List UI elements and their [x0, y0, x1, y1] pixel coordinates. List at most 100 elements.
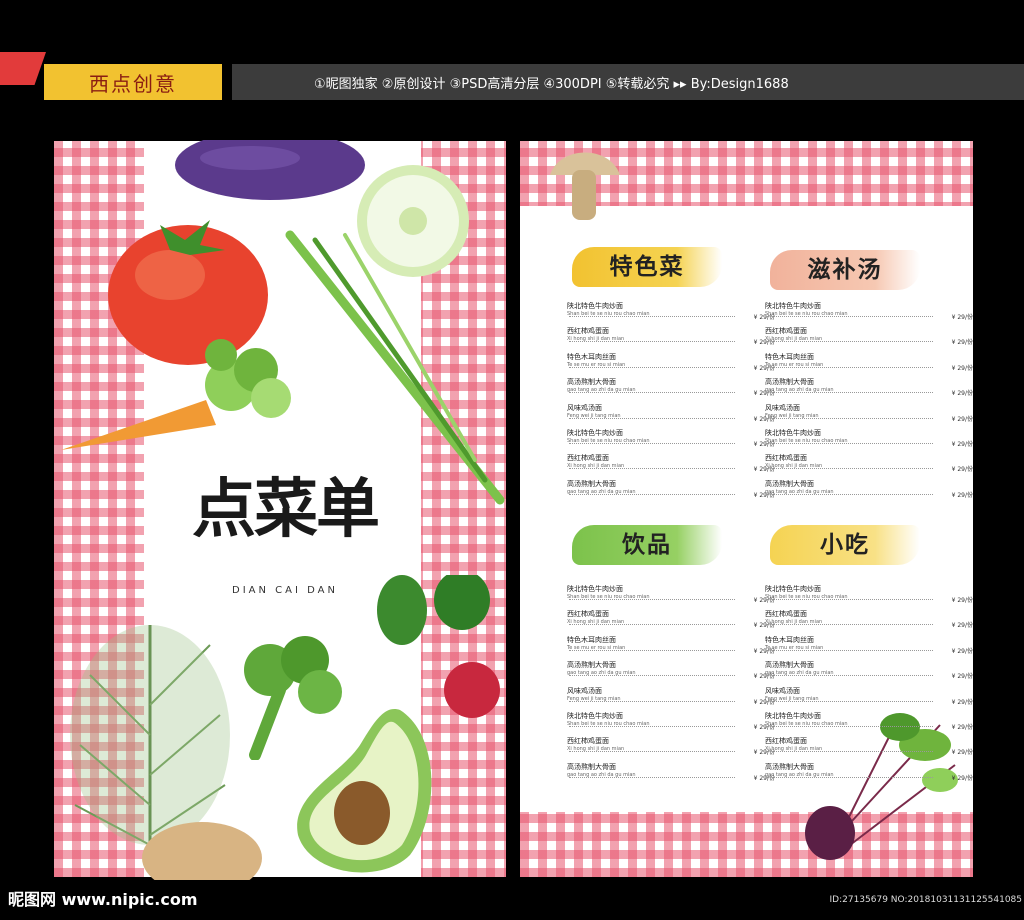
menu-item: 高汤熬制大骨面 gao tang ao zhi da gu mian ¥ 29/份 [567, 378, 775, 403]
menu-item: 陕北特色牛肉炒面 Shan bei te se niu rou chao mian… [567, 302, 775, 327]
menu-item-price: ¥ 29/份 [951, 440, 973, 448]
menu-list-specialty: 陕北特色牛肉炒面 Shan bei te se niu rou chao mian… [567, 302, 775, 505]
menu-item: 西红柿鸡蛋面 Xi hong shi ji dan mian ¥ 29/份 [765, 610, 973, 635]
menu-item-leader [767, 776, 933, 778]
menu-item-price: ¥ 29/份 [951, 774, 973, 782]
menu-item-leader [569, 751, 735, 753]
menu-item-leader [569, 725, 735, 727]
menu-item-price: ¥ 29/份 [951, 364, 973, 372]
section-heading-snacks: 小吃 [770, 525, 920, 565]
menu-item-price: ¥ 29/份 [951, 723, 973, 731]
header-info-text: ①昵图独家 ②原创设计 ③PSD高清分层 ④300DPI ⑤转载必究 ▸▸ By… [314, 76, 789, 92]
menu-item-name: 风味鸡汤面 [765, 403, 800, 412]
menu-item-name: 高汤熬制大骨面 [567, 378, 616, 387]
menu-item: 西红柿鸡蛋面 Xi hong shi ji dan mian ¥ 29/份 [765, 454, 973, 479]
menu-item-leader [767, 725, 933, 727]
menu-item-name: 特色木耳肉丝面 [567, 635, 616, 644]
section-heading-drinks: 饮品 [572, 525, 722, 565]
cover-title: 点菜单 [192, 472, 380, 547]
menu-item: 高汤熬制大骨面 gao tang ao zhi da gu mian ¥ 29/份 [765, 661, 973, 686]
carrot-icon [61, 339, 291, 450]
menu-item-name: 陕北特色牛肉炒面 [765, 585, 821, 593]
menu-item-name: 特色木耳肉丝面 [765, 352, 814, 361]
header-info-bar: ①昵图独家 ②原创设计 ③PSD高清分层 ④300DPI ⑤转载必究 ▸▸ By… [232, 64, 1024, 100]
menu-item-price: ¥ 29/份 [951, 339, 973, 347]
menu-item-name: 西红柿鸡蛋面 [567, 454, 609, 463]
menu-item-leader [569, 468, 735, 470]
menu-item: 特色木耳肉丝面 Te se mu er rou si mian ¥ 29/份 [765, 353, 973, 378]
menu-item-name: 特色木耳肉丝面 [765, 635, 814, 644]
image-id: ID:27135679 NO:20181031131125541085 [829, 895, 1023, 905]
menu-list-soup: 陕北特色牛肉炒面 Shan bei te se niu rou chao mian… [765, 302, 973, 505]
menu-item-leader [767, 700, 933, 702]
mushroom-icon [550, 152, 620, 220]
menu-item: 陕北特色牛肉炒面 Shan bei te se niu rou chao mian… [765, 429, 973, 454]
menu-item-name: 高汤熬制大骨面 [765, 762, 814, 771]
menu-item-leader [569, 442, 735, 444]
brand-logo: 西点创意 [44, 64, 222, 100]
menu-item-leader [767, 316, 933, 317]
menu-item: 陕北特色牛肉炒面 Shan bei te se niu rou chao mian… [567, 585, 775, 610]
section-heading-soup: 滋补汤 [770, 250, 920, 290]
menu-item-name: 陕北特色牛肉炒面 [567, 428, 623, 437]
menu-item-name: 西红柿鸡蛋面 [765, 327, 807, 336]
menu-item-leader [569, 649, 735, 651]
menu-item-leader [767, 341, 933, 343]
cover-subtitle: DIAN CAI DAN [232, 585, 338, 596]
menu-item-leader [569, 675, 735, 677]
menu-item-price: ¥ 29/份 [951, 597, 973, 604]
menu-item: 西红柿鸡蛋面 Xi hong shi ji dan mian ¥ 29/份 [567, 454, 775, 479]
menu-item-leader [767, 751, 933, 753]
menu-item-leader [767, 392, 933, 394]
menu-item: 高汤熬制大骨面 gao tang ao zhi da gu mian ¥ 29/份 [567, 661, 775, 686]
menu-item-leader [767, 649, 933, 651]
menu-item-name: 西红柿鸡蛋面 [765, 610, 807, 619]
menu-item-price: ¥ 29/份 [951, 673, 973, 681]
menu-item-price: ¥ 29/份 [951, 698, 973, 706]
menu-item-name: 高汤熬制大骨面 [765, 378, 814, 387]
menu-item-leader [767, 599, 933, 600]
menu-item: 陕北特色牛肉炒面 Shan bei te se niu rou chao mian… [765, 585, 973, 610]
menu-item-leader [569, 700, 735, 702]
menu-item-leader [569, 316, 735, 317]
menu-item-leader [569, 366, 735, 368]
menu-item-leader [767, 493, 933, 495]
menu-item: 风味鸡汤面 Feng wei ji tang mian ¥ 29/份 [567, 687, 775, 712]
menu-item: 西红柿鸡蛋面 Xi hong shi ji dan mian ¥ 29/份 [567, 737, 775, 762]
menu-item: 陕北特色牛肉炒面 Shan bei te se niu rou chao mian… [567, 429, 775, 454]
menu-item: 西红柿鸡蛋面 Xi hong shi ji dan mian ¥ 29/份 [567, 610, 775, 635]
menu-item-leader [569, 392, 735, 394]
menu-item: 特色木耳肉丝面 Te se mu er rou si mian ¥ 29/份 [765, 636, 973, 661]
menu-item-name: 高汤熬制大骨面 [567, 479, 616, 488]
menu-item-price: ¥ 29/份 [951, 415, 973, 423]
menu-item-leader [767, 624, 933, 626]
menu-item-leader [767, 366, 933, 368]
menu-item-leader [767, 675, 933, 677]
menu-item: 高汤熬制大骨面 gao tang ao zhi da gu mian ¥ 29/份 [765, 378, 973, 403]
menu-item-price: ¥ 29/份 [951, 622, 973, 630]
menu-item: 西红柿鸡蛋面 Xi hong shi ji dan mian ¥ 29/份 [567, 327, 775, 352]
menu-item: 高汤熬制大骨面 gao tang ao zhi da gu mian ¥ 29/份 [567, 763, 775, 788]
menu-item-price: ¥ 29/份 [951, 749, 973, 757]
avocado-icon [297, 709, 432, 873]
menu-item-price: ¥ 29/份 [951, 647, 973, 655]
menu-item: 陕北特色牛肉炒面 Shan bei te se niu rou chao mian… [567, 712, 775, 737]
header-red-accent [0, 52, 46, 85]
menu-item: 特色木耳肉丝面 Te se mu er rou si mian ¥ 29/份 [567, 636, 775, 661]
menu-item: 特色木耳肉丝面 Te se mu er rou si mian ¥ 29/份 [567, 353, 775, 378]
menu-item-name: 西红柿鸡蛋面 [765, 737, 807, 746]
menu-item-leader [569, 341, 735, 343]
menu-item-name: 高汤熬制大骨面 [567, 661, 616, 670]
menu-item-name: 陕北特色牛肉炒面 [567, 711, 623, 720]
menu-item-price: ¥ 29/份 [951, 314, 973, 321]
menu-item-price: ¥ 29/份 [951, 491, 973, 499]
menu-item: 陕北特色牛肉炒面 Shan bei te se niu rou chao mian… [765, 302, 973, 327]
menu-list-drinks: 陕北特色牛肉炒面 Shan bei te se niu rou chao mian… [567, 585, 775, 788]
menu-item-leader [569, 599, 735, 600]
menu-item-name: 西红柿鸡蛋面 [567, 327, 609, 336]
menu-item-name: 陕北特色牛肉炒面 [765, 302, 821, 310]
menu-item-leader [569, 493, 735, 495]
menu-item-leader [767, 468, 933, 470]
menu-item-name: 风味鸡汤面 [567, 403, 602, 412]
menu-item-price: ¥ 29/份 [951, 390, 973, 398]
